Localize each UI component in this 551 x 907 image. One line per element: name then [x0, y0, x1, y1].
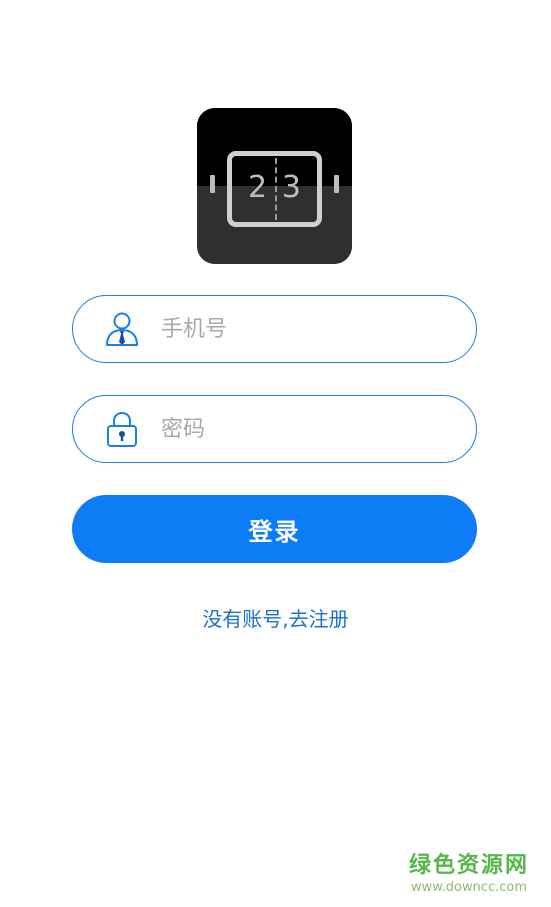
- logo-right-tab: [334, 175, 339, 193]
- lock-icon: [107, 411, 137, 447]
- logo-left-tab: [210, 175, 215, 193]
- logo-digit-left: 2: [248, 170, 268, 205]
- logo-digit-right: 3: [281, 170, 301, 205]
- phone-field[interactable]: [72, 295, 477, 363]
- user-icon: [106, 312, 138, 346]
- phone-input[interactable]: [161, 310, 451, 348]
- watermark-title: 绿色资源网: [408, 853, 529, 878]
- flip-clock-icon: 2 3: [227, 151, 322, 227]
- logo-divider: [274, 158, 277, 220]
- watermark: 绿色资源网 www.downcc.com: [409, 852, 529, 896]
- login-button[interactable]: 登录: [72, 495, 477, 563]
- register-link[interactable]: 没有账号,去注册: [0, 603, 551, 632]
- password-input[interactable]: [161, 410, 451, 448]
- watermark-url: www.downcc.com: [410, 880, 528, 895]
- login-screen: 2 3 登录 没有账号,去注册 绿色资源网 www.downcc.com: [0, 0, 551, 907]
- password-field[interactable]: [72, 395, 477, 463]
- app-logo: 2 3: [197, 108, 352, 264]
